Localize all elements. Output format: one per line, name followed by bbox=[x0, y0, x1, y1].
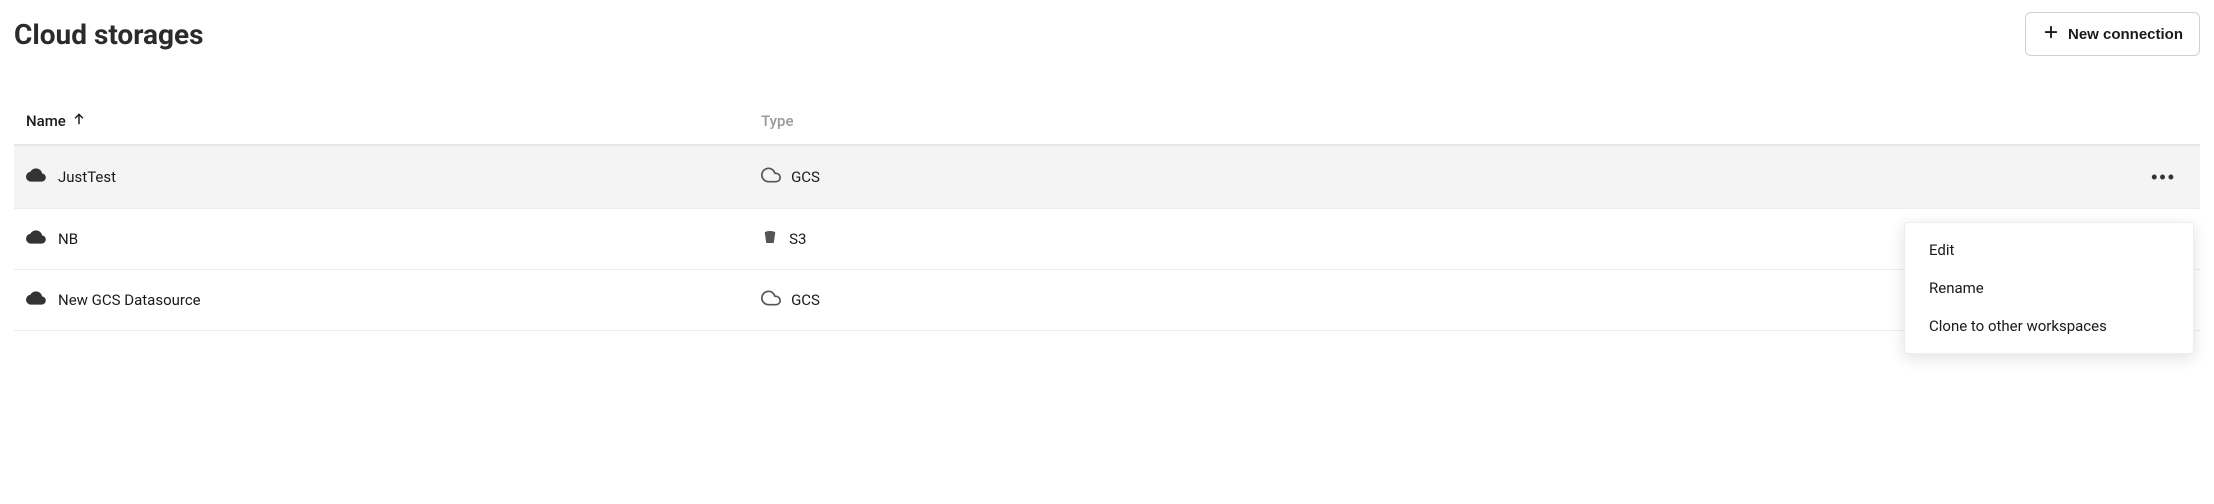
gcs-icon bbox=[761, 288, 781, 312]
storage-type: GCS bbox=[791, 291, 820, 309]
menu-item-rename[interactable]: Rename bbox=[1905, 269, 2193, 307]
storages-table: Name Type JustTest GCS bbox=[14, 104, 2200, 331]
storage-type: GCS bbox=[791, 168, 820, 186]
more-actions-button[interactable]: ••• bbox=[2143, 164, 2184, 190]
page-title: Cloud storages bbox=[14, 18, 204, 51]
table-row[interactable]: NB S3 bbox=[14, 209, 2200, 270]
plus-icon bbox=[2042, 23, 2060, 45]
storage-type: S3 bbox=[789, 230, 806, 248]
table-header: Name Type bbox=[14, 104, 2200, 146]
table-row[interactable]: New GCS Datasource GCS bbox=[14, 270, 2200, 331]
column-header-name[interactable]: Name bbox=[26, 112, 761, 130]
column-header-type[interactable]: Type bbox=[761, 112, 2188, 130]
column-name-label: Name bbox=[26, 112, 66, 130]
cloud-icon bbox=[26, 165, 46, 189]
sort-asc-icon bbox=[72, 112, 86, 130]
storage-name: NB bbox=[58, 230, 78, 248]
table-row[interactable]: JustTest GCS ••• bbox=[14, 146, 2200, 209]
new-connection-label: New connection bbox=[2068, 26, 2183, 43]
cloud-icon bbox=[26, 227, 46, 251]
storage-name-cell: NB bbox=[26, 227, 761, 251]
new-connection-button[interactable]: New connection bbox=[2025, 12, 2200, 56]
storage-name: JustTest bbox=[58, 168, 116, 186]
column-type-label: Type bbox=[761, 112, 793, 130]
gcs-icon bbox=[761, 165, 781, 189]
row-context-menu: Edit Rename Clone to other workspaces bbox=[1904, 222, 2194, 354]
s3-bucket-icon bbox=[761, 228, 779, 250]
storage-name-cell: JustTest bbox=[26, 165, 761, 189]
more-horizontal-icon: ••• bbox=[2151, 167, 2176, 187]
menu-item-edit[interactable]: Edit bbox=[1905, 231, 2193, 269]
storage-type-cell: GCS bbox=[761, 165, 2143, 189]
cloud-icon bbox=[26, 288, 46, 312]
menu-item-clone[interactable]: Clone to other workspaces bbox=[1905, 307, 2193, 345]
storage-name: New GCS Datasource bbox=[58, 291, 201, 309]
storage-name-cell: New GCS Datasource bbox=[26, 288, 761, 312]
